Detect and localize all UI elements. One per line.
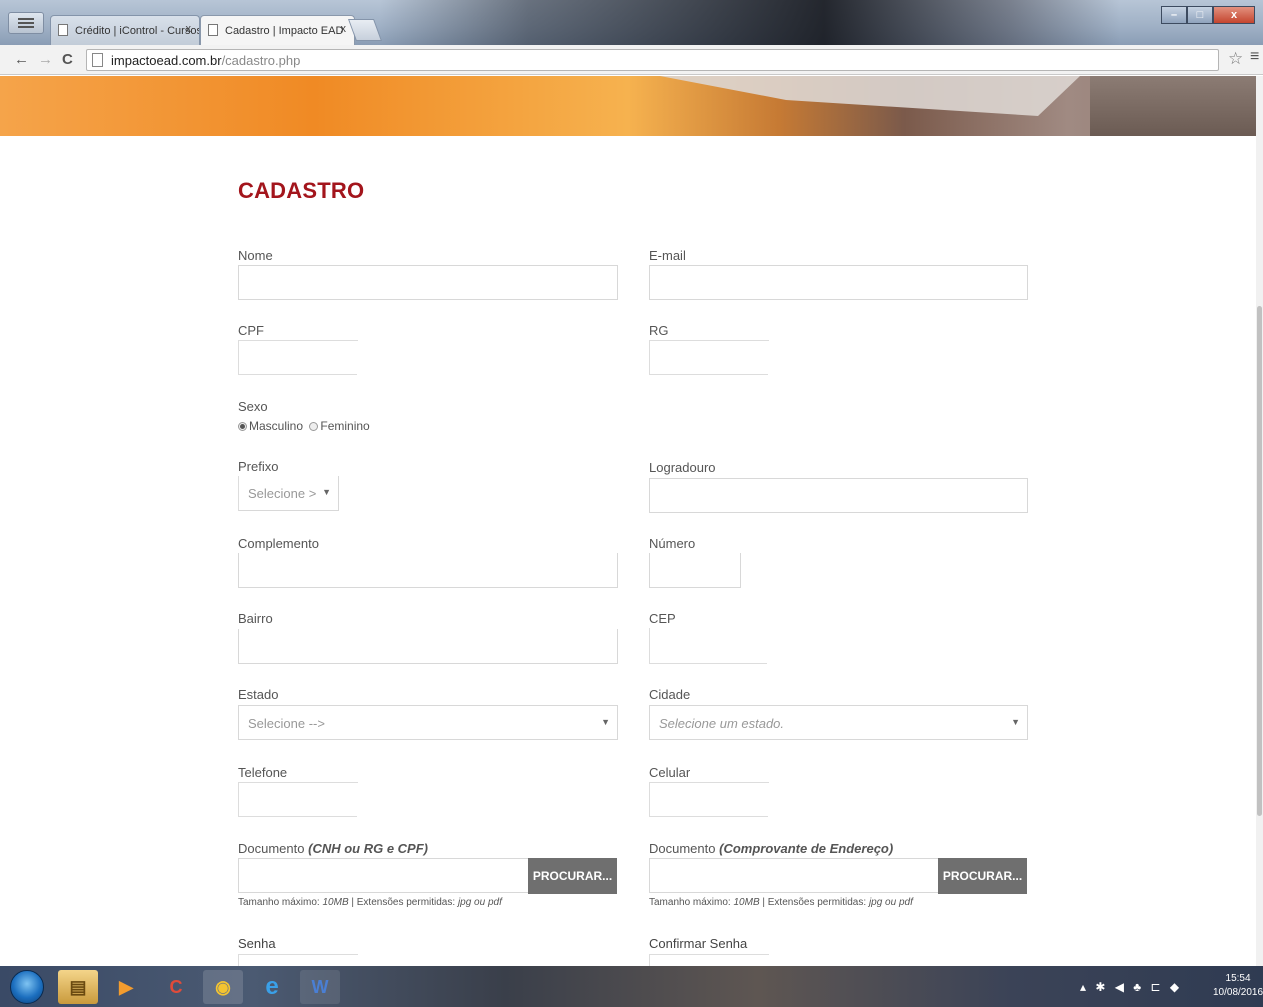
scrollbar-thumb[interactable] — [1257, 306, 1262, 816]
bairro-label: Bairro — [238, 611, 273, 626]
numero-label: Número — [649, 536, 696, 551]
minimize-button[interactable]: – — [1161, 6, 1187, 24]
estado-label: Estado — [238, 687, 279, 702]
header-banner — [0, 76, 1256, 136]
bookmark-star-icon[interactable]: ☆ — [1228, 49, 1243, 69]
word-icon[interactable]: W — [300, 970, 340, 1004]
url-text: impactoead.com.br/cadastro.php — [111, 53, 301, 68]
tabstrip-background — [380, 0, 1120, 45]
logradouro-input[interactable] — [649, 478, 1028, 513]
page-favicon-icon — [58, 24, 68, 36]
tab-label: Crédito | iControl - Cursos — [75, 24, 200, 37]
page-scrollbar[interactable] — [1256, 76, 1263, 966]
prefixo-selected-value: Selecione > — [248, 486, 317, 501]
internet-explorer-icon[interactable]: e — [252, 970, 292, 1004]
telefone-input[interactable] — [238, 782, 358, 817]
window-controls: – □ x — [1161, 6, 1255, 24]
documento-identidade-hint: Tamanho máximo: 10MB | Extensões permiti… — [238, 897, 502, 908]
confirmar-senha-label: Confirmar Senha — [649, 936, 748, 951]
page-title: CADASTRO — [238, 178, 365, 203]
media-player-icon[interactable]: ▶ — [106, 970, 146, 1004]
reload-icon[interactable]: C — [62, 51, 73, 68]
banner-graphic — [660, 76, 1080, 116]
radio-feminino[interactable] — [309, 422, 319, 431]
back-arrow-icon[interactable]: ← — [14, 51, 29, 68]
telefone-label: Telefone — [238, 765, 288, 780]
nome-input[interactable] — [238, 265, 618, 300]
chrome-icon[interactable]: ◉ — [203, 970, 243, 1004]
estado-selected-value: Selecione --> — [248, 716, 325, 731]
banner-graphic — [1090, 76, 1256, 136]
tab-credito[interactable]: Crédito | iControl - Cursos x — [50, 15, 200, 45]
documento-endereco-label: Documento (Comprovante de Endereço) — [649, 841, 894, 856]
forward-arrow-icon[interactable]: → — [38, 51, 53, 68]
documento-endereco-file-input[interactable] — [649, 858, 939, 893]
sexo-label: Sexo — [238, 399, 268, 414]
documento-endereco-hint: Tamanho máximo: 10MB | Extensões permiti… — [649, 897, 913, 908]
documento-identidade-file-input[interactable] — [238, 858, 529, 893]
browser-toolbar: ← → C impactoead.com.br/cadastro.php ☆ ≡ — [0, 45, 1263, 75]
documento-identidade-label: Documento (CNH ou RG e CPF) — [238, 841, 428, 856]
browser-app-menu-icon[interactable] — [8, 12, 44, 34]
address-bar[interactable]: impactoead.com.br/cadastro.php — [86, 49, 1219, 71]
prefixo-label: Prefixo — [238, 459, 279, 474]
senha-label: Senha — [238, 936, 276, 951]
complemento-label: Complemento — [238, 536, 319, 551]
rg-label: RG — [649, 323, 669, 338]
dropdown-arrow-icon: ▼ — [601, 717, 610, 727]
cpf-label: CPF — [238, 323, 264, 338]
logradouro-label: Logradouro — [649, 460, 716, 475]
cidade-selected-value: Selecione um estado. — [659, 716, 785, 731]
prefixo-select[interactable]: Selecione > ▼ — [238, 476, 339, 511]
tab-cadastro[interactable]: Cadastro | Impacto EAD x — [200, 15, 355, 45]
numero-input[interactable] — [649, 553, 741, 588]
page-favicon-icon — [208, 24, 218, 36]
radio-masculino[interactable] — [238, 422, 247, 431]
celular-input[interactable] — [649, 782, 769, 817]
procurar-endereco-button[interactable]: PROCURAR... — [938, 858, 1027, 894]
rg-input[interactable] — [649, 340, 769, 375]
email-input[interactable] — [649, 265, 1028, 300]
senha-input[interactable] — [238, 954, 358, 966]
tab-label: Cadastro | Impacto EAD — [225, 24, 344, 37]
cidade-label: Cidade — [649, 687, 691, 702]
close-window-button[interactable]: x — [1213, 6, 1255, 24]
dropdown-arrow-icon: ▼ — [322, 487, 331, 497]
procurar-identidade-button[interactable]: PROCURAR... — [528, 858, 617, 894]
chrome-menu-icon[interactable]: ≡ — [1250, 48, 1259, 66]
radio-feminino-label: Feminino — [320, 419, 370, 433]
tab-close-icon[interactable]: x — [186, 23, 192, 35]
cep-label: CEP — [649, 611, 676, 626]
browser-titlebar: Crédito | iControl - Cursos x Cadastro |… — [0, 0, 1263, 45]
cpf-input[interactable] — [238, 340, 358, 375]
email-label: E-mail — [649, 248, 686, 263]
confirmar-senha-input[interactable] — [649, 954, 769, 966]
ccleaner-icon[interactable]: C — [156, 970, 196, 1004]
sexo-radio-group: Masculino Feminino — [238, 419, 370, 433]
taskbar-clock[interactable]: 15:54 10/08/2016 — [1213, 972, 1263, 1000]
complemento-input[interactable] — [238, 553, 618, 588]
radio-masculino-label: Masculino — [249, 419, 304, 433]
celular-label: Celular — [649, 765, 691, 780]
start-button-icon[interactable] — [10, 970, 44, 1004]
cidade-select[interactable]: Selecione um estado. ▼ — [649, 705, 1028, 740]
system-tray-icons[interactable]: ▴ ✱ ◀ ♣ ⊏ ◆ — [1080, 980, 1182, 994]
file-explorer-icon[interactable]: ▤ — [58, 970, 98, 1004]
bairro-input[interactable] — [238, 629, 618, 664]
cep-input[interactable] — [649, 628, 768, 664]
tab-close-icon[interactable]: x — [341, 23, 347, 35]
clock-date: 10/08/2016 — [1213, 987, 1263, 998]
nome-label: Nome — [238, 248, 273, 263]
dropdown-arrow-icon: ▼ — [1011, 717, 1020, 727]
page-viewport: CADASTRO Nome E-mail CPF RG Sexo Masculi… — [0, 76, 1263, 966]
windows-taskbar: ▤ ▶ C ◉ e W ▴ ✱ ◀ ♣ ⊏ ◆ 15:54 10/08/2016 — [0, 966, 1263, 1007]
estado-select[interactable]: Selecione --> ▼ — [238, 705, 618, 740]
clock-time: 15:54 — [1225, 973, 1251, 984]
page-icon — [92, 53, 103, 67]
maximize-button[interactable]: □ — [1187, 6, 1213, 24]
